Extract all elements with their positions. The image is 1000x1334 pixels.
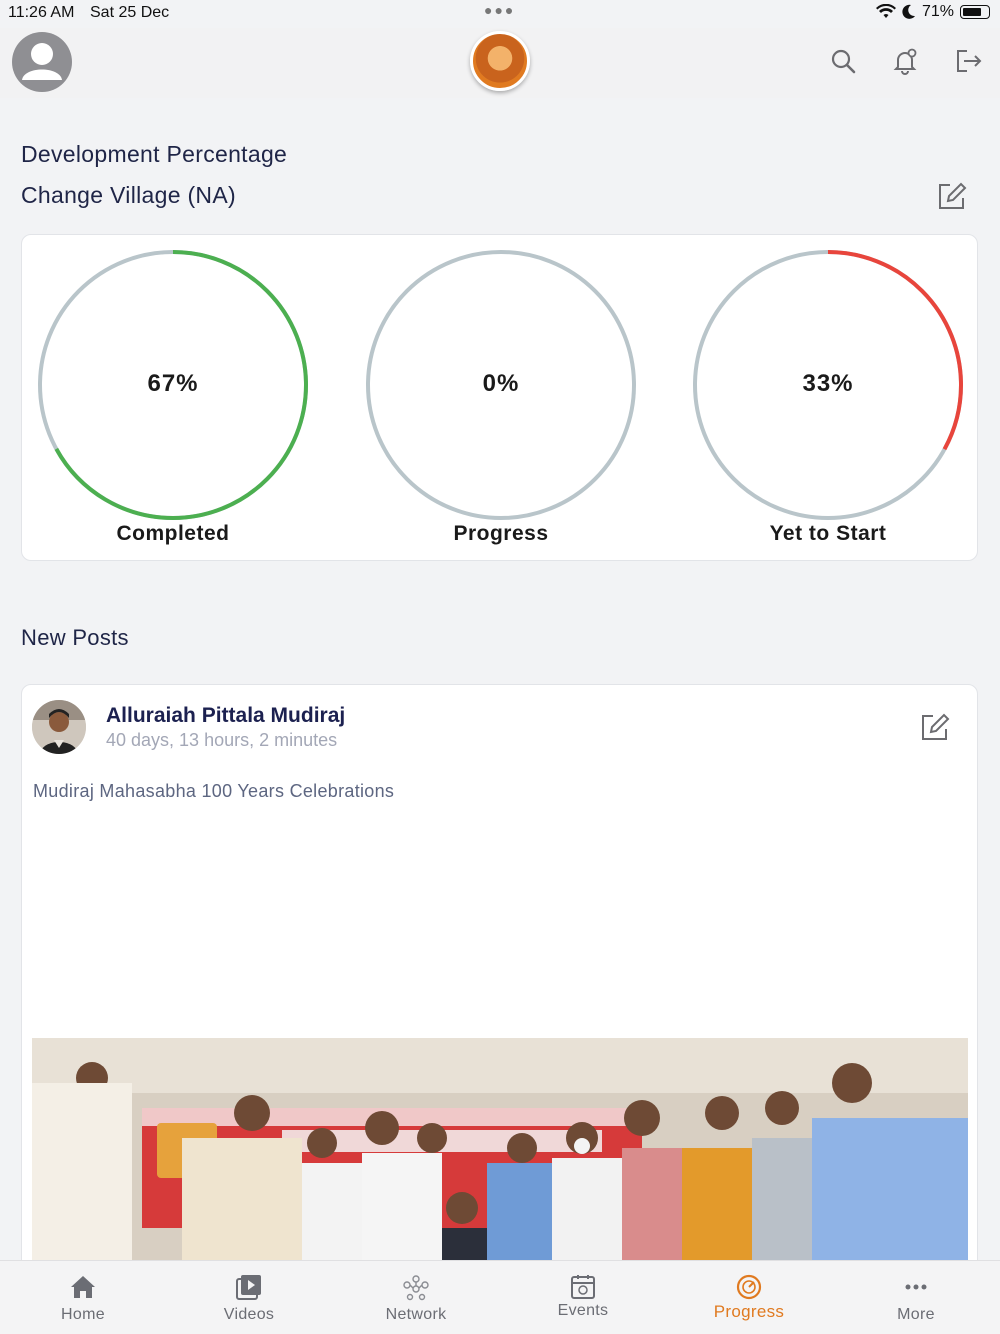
user-avatar-icon[interactable] [12, 32, 72, 92]
more-icon [905, 1284, 927, 1290]
development-title: Development Percentage [21, 141, 288, 167]
home-icon [71, 1276, 95, 1298]
multitasking-dots-icon[interactable]: ●●● [484, 2, 515, 18]
tab-label-network: Network [385, 1306, 447, 1323]
wifi-icon [875, 4, 896, 18]
video-icon [236, 1275, 261, 1300]
battery-icon [960, 5, 990, 19]
post-time: 40 days, 13 hours, 2 minutes [106, 730, 338, 750]
edit-post-icon[interactable] [919, 711, 951, 743]
moon-icon [902, 4, 915, 19]
tab-network[interactable]: Network [333, 1261, 499, 1334]
notification-bell-icon[interactable] [890, 46, 920, 76]
author-avatar[interactable] [32, 700, 86, 754]
battery-percent: 71% [921, 3, 954, 20]
gauge-label: Progress [453, 522, 549, 545]
development-card: 67% Completed 0% Progress 33% Yet to Start [21, 234, 978, 561]
calendar-icon [571, 1275, 595, 1299]
post-photo[interactable] [32, 1038, 968, 1268]
tab-label-more: More [897, 1306, 935, 1323]
tab-events[interactable]: Events [500, 1261, 666, 1334]
network-icon [403, 1275, 429, 1301]
brand-logo[interactable] [470, 31, 530, 91]
edit-village-icon[interactable] [936, 180, 968, 212]
tab-label-events: Events [557, 1302, 609, 1319]
logout-icon[interactable] [953, 46, 983, 76]
bottom-tab-bar: Home Videos Network Events Progress More [0, 1260, 1000, 1334]
tab-label-home: Home [61, 1306, 105, 1323]
status-time: 11:26 AM [8, 4, 75, 21]
search-icon[interactable] [828, 46, 858, 76]
new-posts-title: New Posts [21, 625, 129, 650]
progress-icon [736, 1274, 762, 1300]
post-author[interactable]: Alluraiah Pittala Mudiraj [106, 704, 345, 728]
status-indicators: 71% [875, 3, 990, 21]
tab-home[interactable]: Home [0, 1261, 166, 1334]
tab-videos[interactable]: Videos [166, 1261, 332, 1334]
gauge-value: 67% [147, 370, 199, 397]
gauge-label: Completed [116, 522, 230, 545]
gauge-label: Yet to Start [769, 522, 887, 545]
gauge-value: 33% [802, 370, 854, 397]
tab-more[interactable]: More [833, 1261, 999, 1334]
status-date: Sat 25 Dec [90, 4, 170, 21]
tab-progress[interactable]: Progress [666, 1261, 832, 1334]
status-bar: 11:26 AM Sat 25 Dec ●●● 71% [0, 0, 1000, 28]
tab-label-videos: Videos [223, 1306, 275, 1323]
post-card[interactable]: Alluraiah Pittala Mudiraj 40 days, 13 ho… [21, 684, 978, 1334]
tab-label-progress: Progress [713, 1302, 785, 1321]
top-nav [0, 28, 1000, 98]
gauge-value: 0% [482, 370, 520, 397]
post-text: Mudiraj Mahasabha 100 Years Celebrations [33, 781, 395, 801]
village-subtitle: Change Village (NA) [21, 182, 236, 208]
